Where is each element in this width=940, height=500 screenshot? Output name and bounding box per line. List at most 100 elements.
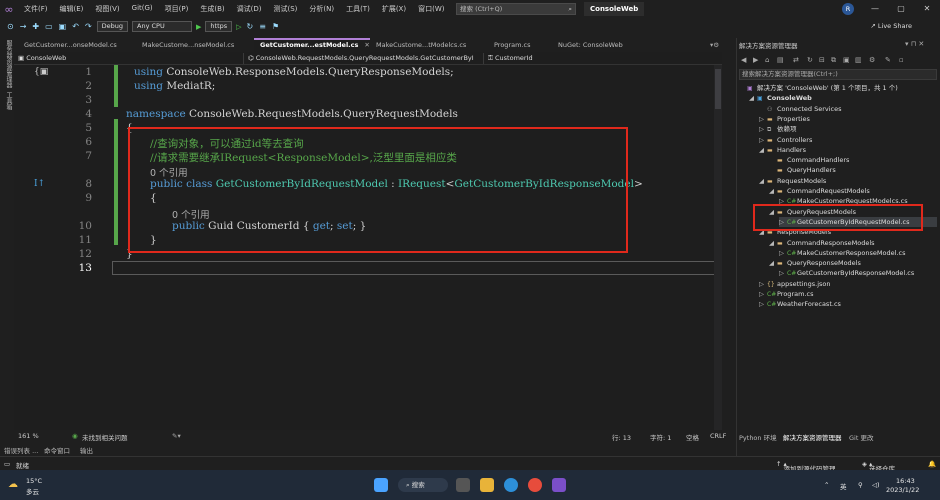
menu-item[interactable]: 生成(B) <box>194 4 230 14</box>
show-all-files-icon[interactable]: ⧉ <box>831 56 836 65</box>
tree-node[interactable]: ▷{} appsettings.json <box>759 279 937 289</box>
run-target-button[interactable]: https <box>205 21 233 32</box>
expand-toggle-icon[interactable]: ▷ <box>759 124 767 134</box>
panel-options-icon[interactable]: ▾ ⊓ ✕ <box>905 40 924 48</box>
live-share-button[interactable]: ↗ Live Share <box>870 22 912 30</box>
network-icon[interactable]: ⚲ <box>858 481 863 489</box>
tray-chevron-icon[interactable]: ⌃ <box>824 481 829 489</box>
tab-makecustomer-response[interactable]: MakeCustome...nseModel.cs <box>136 38 254 52</box>
tree-node[interactable]: ◢ ▣ ConsoleWeb <box>749 93 937 103</box>
collapse-all-icon[interactable]: ⊟ <box>819 56 825 64</box>
expand-toggle-icon[interactable]: ◢ <box>759 145 767 155</box>
wrench-icon[interactable]: ✎ <box>885 56 891 64</box>
tree-node[interactable]: ⚇ Connected Services <box>759 104 937 114</box>
expand-toggle-icon[interactable]: ▷ <box>779 268 787 278</box>
menu-item[interactable]: 扩展(X) <box>376 4 412 14</box>
add-source-control-button[interactable]: ↑ 添加到源代码管理 ▴ <box>776 460 836 473</box>
expand-toggle-icon[interactable]: ▷ <box>779 248 787 258</box>
filter-icon[interactable]: ⚙ <box>869 56 875 64</box>
solution-search-input[interactable]: 搜索解决方案资源管理器(Ctrl+;) <box>739 69 937 80</box>
expand-toggle-icon[interactable]: ▷ <box>759 299 767 309</box>
toolbox-tab[interactable]: 工具箱 <box>4 92 13 110</box>
menu-item[interactable]: Git(G) <box>126 4 159 14</box>
avatar[interactable]: R <box>842 3 854 15</box>
edge-icon[interactable] <box>504 478 518 492</box>
menu-item[interactable]: 编辑(E) <box>54 4 90 14</box>
tree-node[interactable]: ▬ CommandHandlers <box>769 155 937 165</box>
switch-view-icon[interactable]: ▤ <box>777 56 784 64</box>
tree-node[interactable]: ▷ ▬ Controllers <box>759 135 937 145</box>
bookmark-icon[interactable]: ⚑ <box>269 22 282 31</box>
windows-start-icon[interactable] <box>374 478 388 492</box>
pin-icon[interactable]: ▫ <box>899 56 904 64</box>
taskbar-search[interactable]: ⌕ 搜索 <box>398 478 448 492</box>
back-icon[interactable]: ◀ <box>741 56 746 64</box>
tree-node[interactable]: ▷ C#MakeCustomerResponseModel.cs <box>779 248 937 258</box>
expand-toggle-icon[interactable]: ◢ <box>759 176 767 186</box>
tree-node[interactable]: ◢ ▬ CommandResponseModels <box>769 238 937 248</box>
expand-toggle-icon[interactable]: ▷ <box>759 279 767 289</box>
undo-icon[interactable]: ↶ <box>69 22 82 31</box>
run-without-debug-icon[interactable]: ▷ <box>234 23 243 31</box>
expand-toggle-icon[interactable]: ▷ <box>759 135 767 145</box>
expand-toggle-icon[interactable]: ◢ <box>769 238 777 248</box>
visual-studio-logo-icon[interactable]: ∞ <box>0 0 18 18</box>
comment-icon[interactable]: ≡ <box>256 22 269 31</box>
close-button[interactable]: ✕ <box>914 0 940 18</box>
visual-studio-icon[interactable] <box>552 478 566 492</box>
menu-item[interactable]: 窗口(W) <box>412 4 450 14</box>
error-list-tab[interactable]: 错误列表 ... <box>4 445 38 455</box>
menu-item[interactable]: 项目(P) <box>159 4 195 14</box>
preview-icon[interactable]: ▥ <box>855 56 862 64</box>
forward-icon[interactable]: → <box>17 22 30 31</box>
search-input[interactable]: 搜索 (Ctrl+Q) ⌕ <box>456 3 576 15</box>
sync-icon[interactable]: ⇄ <box>793 56 799 64</box>
project-dropdown[interactable]: ▣ ConsoleWeb <box>14 53 244 64</box>
forward-icon[interactable]: ▶ <box>753 56 758 64</box>
input-language[interactable]: 英 <box>840 481 847 491</box>
tree-node[interactable]: ▷ C#GetCustomerByIdResponseModel.cs <box>779 268 937 278</box>
menu-item[interactable]: 测试(S) <box>267 4 303 14</box>
minimize-button[interactable]: — <box>862 0 888 18</box>
home-icon[interactable]: ⌂ <box>765 56 769 64</box>
type-dropdown[interactable]: ⌬ ConsoleWeb.RequestModels.QueryRequestM… <box>244 53 484 64</box>
expand-toggle-icon[interactable]: ▷ <box>759 289 767 299</box>
refresh-icon[interactable]: ↻ <box>244 22 257 31</box>
python-env-tab[interactable]: Python 环境 <box>739 432 777 442</box>
new-item-icon[interactable]: ✚ <box>29 22 42 31</box>
tree-node[interactable]: ▣ 解决方案 'ConsoleWeb' (第 1 个项目，共 1 个) <box>739 83 937 93</box>
tab-getcustomer-response[interactable]: GetCustomer...onseModel.cs <box>18 38 136 52</box>
tree-node[interactable]: ▷ C#WeatherForecast.cs <box>759 299 937 309</box>
scrollbar-thumb[interactable] <box>715 69 721 109</box>
back-icon[interactable]: ⊙ <box>4 22 17 31</box>
tab-overflow-icon[interactable]: ▾⚙ <box>704 38 722 52</box>
expand-toggle-icon[interactable]: ◢ <box>769 186 777 196</box>
clock-date[interactable]: 2023/1/22 <box>886 486 919 494</box>
git-changes-tab[interactable]: Git 更改 <box>849 432 873 442</box>
vertical-scrollbar[interactable] <box>714 65 722 430</box>
save-icon[interactable]: ▣ <box>56 22 70 31</box>
solution-explorer-tab[interactable]: 解决方案资源管理器 <box>783 432 842 442</box>
select-repo-button[interactable]: ◈ 选择仓库 ▴ <box>862 460 895 473</box>
clock-time[interactable]: 16:43 <box>896 477 915 485</box>
zoom-level[interactable]: 161 % <box>18 432 39 440</box>
expand-toggle-icon[interactable]: ◢ <box>749 93 757 103</box>
cleanup-icon[interactable]: ✎▾ <box>172 432 181 440</box>
redo-icon[interactable]: ↷ <box>82 22 95 31</box>
expand-toggle-icon[interactable]: ▷ <box>759 114 767 124</box>
command-window-tab[interactable]: 命令窗口 <box>44 445 70 455</box>
run-icon[interactable]: ▶ <box>194 23 203 31</box>
tree-node[interactable]: ▷ C#Program.cs <box>759 289 937 299</box>
config-dropdown[interactable]: Debug <box>96 21 129 32</box>
output-tab[interactable]: 输出 <box>80 445 93 455</box>
tab-nuget[interactable]: NuGet: ConsoleWeb <box>552 38 648 52</box>
tree-node[interactable]: ◢ ▬ CommandRequestModels <box>769 186 937 196</box>
tree-node[interactable]: ▷ ▬ Properties <box>759 114 937 124</box>
notifications-icon[interactable]: 🔔 <box>928 460 936 468</box>
menu-item[interactable]: 视图(V) <box>89 4 125 14</box>
chrome-icon[interactable] <box>528 478 542 492</box>
weather-icon[interactable]: ☁ <box>8 479 18 490</box>
platform-dropdown[interactable]: Any CPU <box>132 21 193 32</box>
volume-icon[interactable]: ◁) <box>872 481 880 489</box>
tree-node[interactable]: ▬ QueryHandlers <box>769 165 937 175</box>
